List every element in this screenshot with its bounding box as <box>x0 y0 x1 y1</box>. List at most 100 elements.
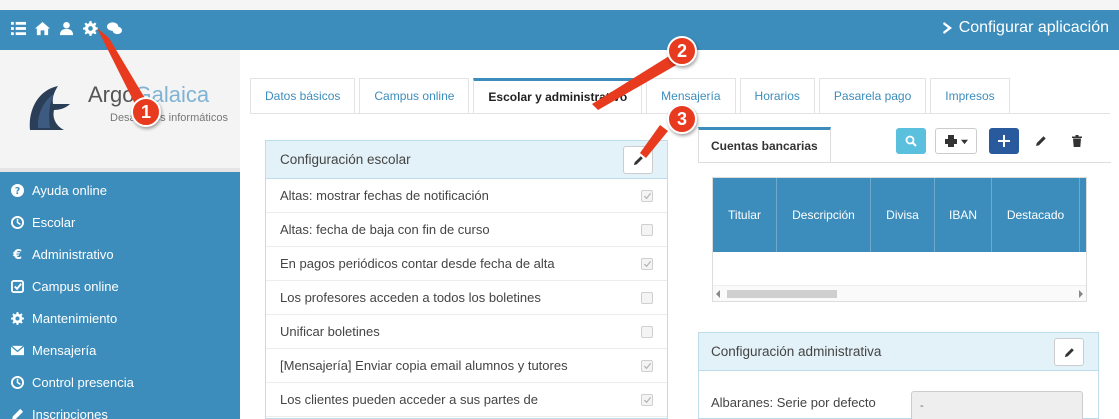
configuracion-escolar-panel: Configuración escolar Altas: mostrar fec… <box>265 140 668 419</box>
setting-checkbox[interactable] <box>641 224 653 236</box>
sidebar-item-label: Ayuda online <box>32 182 107 198</box>
annotation-badge-3: 3 <box>667 104 697 134</box>
clock-icon <box>10 375 24 389</box>
edit-icon <box>1036 136 1046 146</box>
sidebar-item-label: Inscripciones <box>32 406 108 419</box>
tab-datos-basicos[interactable]: Datos básicos <box>250 78 356 114</box>
sidebar-item-administrativo[interactable]: € Administrativo <box>0 238 240 270</box>
brand-logo-area: ArgoGalaica Desarrollos informáticos <box>0 50 240 172</box>
setting-label: Altas: fecha de baja con fin de curso <box>280 222 490 237</box>
tab-campus-online[interactable]: Campus online <box>359 78 470 114</box>
panel-title: Configuración escolar <box>280 152 411 167</box>
configure-app-link[interactable]: Configurar aplicación <box>942 19 1109 37</box>
list-item: Los profesores acceden a todos los bolet… <box>266 281 667 315</box>
list-icon[interactable] <box>10 20 26 36</box>
panel-header: Configuración escolar <box>266 141 667 179</box>
setting-checkbox[interactable] <box>641 326 653 338</box>
tab-pasarela-pago[interactable]: Pasarela pago <box>818 78 927 114</box>
setting-checkbox[interactable] <box>641 394 653 406</box>
top-icons <box>10 20 122 36</box>
check-icon <box>643 362 651 369</box>
table-header: Titular Descripción Divisa IBAN Destacad… <box>713 178 1086 252</box>
list-item: Unificar boletines <box>266 315 667 349</box>
setting-label: Altas: mostrar fechas de notificación <box>280 188 489 203</box>
list-item: En pagos periódicos contar desde fecha d… <box>266 247 667 281</box>
print-dropdown-button[interactable] <box>935 128 977 154</box>
home-icon[interactable] <box>34 20 50 36</box>
column-header[interactable]: Titular <box>713 178 777 252</box>
top-navbar: Configurar aplicación <box>0 0 1119 50</box>
brand-subtitle: Desarrollos informáticos <box>110 112 228 124</box>
search-button[interactable] <box>896 128 926 154</box>
horizontal-scrollbar[interactable] <box>713 285 1086 301</box>
sidebar-menu: ? Ayuda online Escolar € Administrativo … <box>0 174 240 419</box>
sidebar-item-escolar[interactable]: Escolar <box>0 206 240 238</box>
svg-text:?: ? <box>14 186 19 197</box>
setting-checkbox[interactable] <box>641 292 653 304</box>
albaranes-serie-label: Albaranes: Serie por defecto <box>711 395 876 410</box>
question-icon: ? <box>10 183 24 197</box>
check-icon <box>643 396 651 403</box>
edit-escolar-button[interactable] <box>623 146 653 174</box>
sidebar-item-mensajeria[interactable]: Mensajería <box>0 334 240 366</box>
setting-label: Unificar boletines <box>280 324 380 339</box>
check-icon <box>643 192 651 199</box>
scroll-right-icon[interactable] <box>1079 290 1083 298</box>
pencil-icon <box>1064 347 1074 357</box>
column-header[interactable]: Divisa <box>871 178 935 252</box>
scroll-left-icon[interactable] <box>716 290 720 298</box>
column-header[interactable]: IBAN <box>935 178 992 252</box>
albaranes-serie-select[interactable]: - <box>911 391 1083 419</box>
print-icon <box>944 135 957 147</box>
edit-administrativa-button[interactable] <box>1054 338 1084 366</box>
add-button[interactable] <box>989 128 1019 154</box>
list-item: [Mensajería] Enviar copia email alumnos … <box>266 349 667 383</box>
tab-escolar-administrativo[interactable]: Escolar y administrativo <box>473 78 643 114</box>
scroll-thumb[interactable] <box>727 290 837 298</box>
sidebar-item-mantenimiento[interactable]: Mantenimiento <box>0 302 240 334</box>
tab-impresos[interactable]: Impresos <box>930 78 1010 114</box>
setting-checkbox[interactable] <box>641 258 653 270</box>
setting-checkbox[interactable] <box>641 190 653 202</box>
setting-label: Los clientes pueden acceder a sus partes… <box>280 392 539 407</box>
clock-icon <box>10 215 24 229</box>
sidebar-item-inscripciones[interactable]: Inscripciones <box>0 398 240 419</box>
chevron-right-icon <box>942 22 952 34</box>
sidebar-item-label: Mantenimiento <box>32 310 118 326</box>
sidebar-item-label: Mensajería <box>32 342 97 358</box>
annotation-badge-2: 2 <box>667 36 697 66</box>
setting-label: En pagos periódicos contar desde fecha d… <box>280 256 555 271</box>
user-icon[interactable] <box>58 20 74 36</box>
gear-icon <box>10 311 24 325</box>
gear-icon[interactable] <box>82 20 98 36</box>
list-item: Altas: mostrar fechas de notificación <box>266 179 667 213</box>
tab-cuentas-bancarias[interactable]: Cuentas bancarias <box>698 127 831 163</box>
brand-name-part1: Argo <box>88 82 135 107</box>
delete-button[interactable] <box>1062 128 1092 154</box>
sidebar-item-label: Administrativo <box>32 246 114 262</box>
sidebar-item-campus-online[interactable]: Campus online <box>0 270 240 302</box>
envelope-icon <box>10 343 24 357</box>
spartan-helmet-logo <box>29 86 70 130</box>
setting-checkbox[interactable] <box>641 360 653 372</box>
pencil-icon <box>10 407 24 419</box>
subtab-divider <box>698 162 1111 163</box>
chat-icon[interactable] <box>106 20 122 36</box>
column-header[interactable]: Descripción <box>777 178 871 252</box>
euro-icon: € <box>10 247 24 261</box>
column-header[interactable]: Destacado <box>992 178 1080 252</box>
sidebar-item-label: Control presencia <box>32 374 134 390</box>
cuentas-table: Titular Descripción Divisa IBAN Destacad… <box>712 177 1087 302</box>
caret-down-icon <box>960 139 968 144</box>
sidebar-item-label: Campus online <box>32 278 119 294</box>
sidebar-item-control-presencia[interactable]: Control presencia <box>0 366 240 398</box>
search-icon <box>905 135 917 147</box>
add-icon <box>998 135 1010 147</box>
setting-label: [Mensajería] Enviar copia email alumnos … <box>280 358 568 373</box>
list-item: Los clientes pueden acceder a sus partes… <box>266 383 667 417</box>
sidebar-item-ayuda-online[interactable]: ? Ayuda online <box>0 174 240 206</box>
tab-horarios[interactable]: Horarios <box>739 78 815 114</box>
edit-button[interactable] <box>1026 128 1056 154</box>
pencil-icon <box>633 155 643 165</box>
setting-label: Los profesores acceden a todos los bolet… <box>280 290 541 305</box>
